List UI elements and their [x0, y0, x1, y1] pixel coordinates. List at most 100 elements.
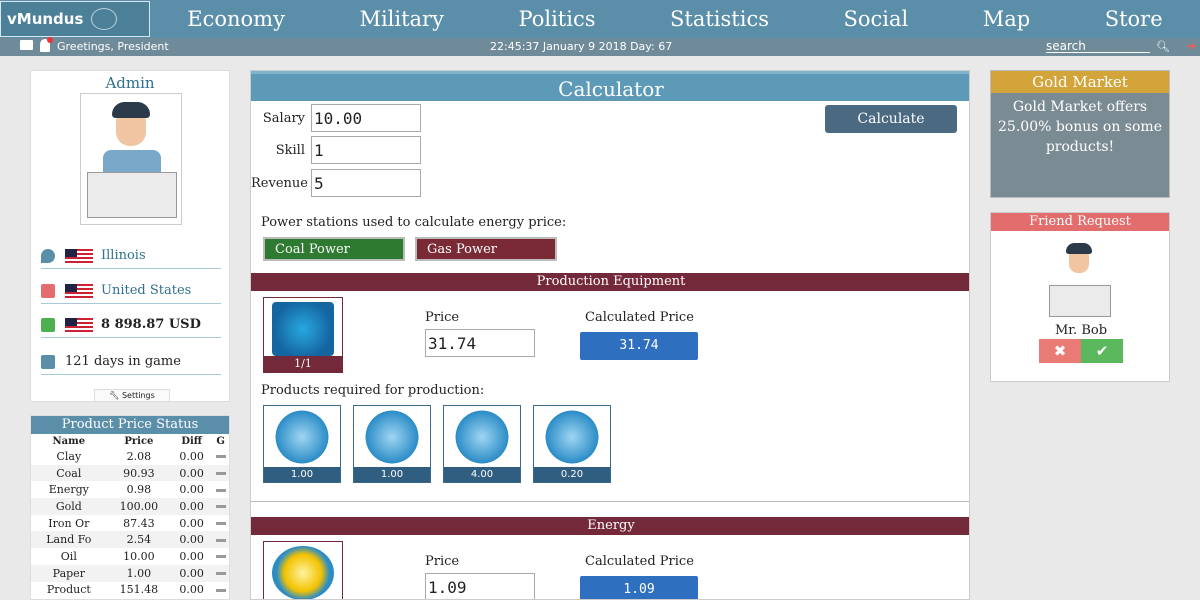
flat-trend-icon [215, 455, 226, 459]
settings-button[interactable]: 🔧︎ Settings [94, 389, 170, 402]
profile-name[interactable]: Admin [31, 74, 229, 92]
required-amount: 1.00 [354, 467, 430, 482]
cell-price: 0.98 [126, 483, 152, 497]
equipment-price-label: Price [425, 310, 460, 325]
nav-military[interactable]: Military [359, 7, 444, 31]
globe-icon [91, 8, 118, 30]
cell-name: Energy [48, 483, 89, 497]
profile-card: Admin Illinois United States 8 898.87 US… [30, 70, 230, 402]
calculate-button[interactable]: Calculate [825, 105, 957, 133]
profile-region-row: Illinois [41, 243, 221, 269]
mail-icon[interactable] [20, 40, 33, 50]
required-amount: 0.20 [534, 467, 610, 482]
flat-trend-icon [215, 505, 226, 509]
light-bulb-icon [272, 546, 334, 599]
energy-item[interactable] [263, 541, 343, 599]
cell-name: Coal [31, 464, 107, 482]
top-nav: vMundus Economy Military Politics Statis… [0, 0, 1200, 38]
profile-country-row: United States [41, 278, 221, 304]
nav-social[interactable]: Social [844, 7, 909, 31]
cell-price: 2.54 [106, 531, 172, 549]
cell-price: 151.48 [119, 583, 159, 597]
money-icon [41, 317, 55, 332]
avatar-hair [112, 102, 150, 118]
production-equipment-item[interactable]: 1/1 [263, 297, 343, 373]
cell-price: 2.08 [126, 449, 152, 463]
cell-name: Paper [31, 564, 107, 582]
cell-price: 1.00 [106, 564, 172, 582]
brand-logo[interactable]: vMundus [0, 1, 150, 37]
required-amount: 4.00 [444, 467, 520, 482]
gold-market-card[interactable]: Gold Market Gold Market offers 25.00% bo… [990, 70, 1170, 198]
nav-map[interactable]: Map [983, 7, 1030, 31]
table-row: Iron Or 87.43 0.00 [31, 515, 229, 532]
flat-trend-icon [215, 572, 226, 576]
table-row: Land Fo 2.54 0.00 [31, 531, 229, 549]
energy-price-label: Price [425, 554, 460, 569]
money-value: 8 898.87 USD [101, 317, 201, 332]
cell-trend [212, 548, 229, 565]
nav-statistics[interactable]: Statistics [670, 7, 769, 31]
friend-request-card: Friend Request Mr. Bob ✖ ✔ [990, 212, 1170, 382]
avatar [80, 93, 182, 225]
cell-trend [212, 481, 229, 498]
skill-label: Skill [275, 142, 305, 158]
gold-market-text: Gold Market offers 25.00% bonus on some … [998, 99, 1162, 155]
price-status-title: Product Price Status [31, 416, 229, 434]
required-iron-item[interactable]: 4.00 [443, 405, 521, 483]
cell-price: 87.43 [123, 516, 155, 530]
required-oil-item[interactable]: 0.20 [533, 405, 611, 483]
close-icon: ✖ [1053, 342, 1067, 360]
avatar-newspaper [1049, 285, 1111, 317]
logout-icon[interactable]: ➜ [1186, 39, 1196, 53]
notification-icon[interactable] [40, 37, 53, 52]
table-row: Coal 90.93 0.00 [31, 464, 229, 482]
us-flag-icon [65, 283, 93, 298]
search-input[interactable]: search [1046, 39, 1150, 53]
product-price-status: Product Price Status Name Price Diff G C… [30, 415, 230, 600]
required-energy-item[interactable]: 1.00 [353, 405, 431, 483]
search-icon[interactable]: 🔍︎ [1156, 40, 1170, 53]
cell-trend [212, 515, 229, 532]
region-link[interactable]: Illinois [101, 248, 146, 263]
col-name: Name [52, 435, 86, 447]
brand-name: vMundus [7, 10, 84, 28]
accept-button[interactable]: ✔ [1081, 339, 1123, 363]
gas-power-station-button[interactable]: Gas Power Station [415, 237, 557, 279]
skill-input[interactable]: 1 [311, 136, 421, 164]
cell-diff: 0.00 [179, 516, 204, 530]
friend-name: Mr. Bob [1054, 323, 1108, 338]
cell-diff: 0.00 [179, 549, 204, 563]
revenue-row: Revenue 5 [251, 169, 421, 197]
nav-politics[interactable]: Politics [518, 7, 595, 31]
profile-money-row: 8 898.87 USD [41, 312, 221, 338]
profile-days-row: 121 days in game [41, 349, 221, 375]
country-link[interactable]: United States [101, 283, 191, 298]
coal-power-station-button[interactable]: Coal Power Station [263, 237, 405, 279]
wrench-icon: 🔧︎ [109, 391, 120, 400]
days-in-game: 121 days in game [65, 354, 181, 369]
cell-diff: 0.00 [171, 564, 213, 582]
table-row: Clay 2.08 0.00 [31, 448, 229, 465]
production-equipment-header: Production Equipment [251, 273, 969, 291]
salary-input[interactable]: 10.00 [311, 104, 421, 132]
nav-store[interactable]: Store [1105, 7, 1163, 31]
cell-diff: 0.00 [171, 464, 213, 482]
nav-economy[interactable]: Economy [187, 7, 285, 31]
flat-trend-icon [215, 588, 226, 592]
flat-trend-icon [215, 488, 226, 492]
energy-price-input[interactable]: 1.09 [425, 573, 535, 599]
coal-icon [272, 410, 332, 464]
light-bulb-icon [362, 410, 422, 464]
required-coal-item[interactable]: 1.00 [263, 405, 341, 483]
cell-diff: 0.00 [179, 583, 204, 597]
greeting-text: Greetings, President [57, 40, 169, 53]
revenue-input[interactable]: 5 [311, 169, 421, 197]
equipment-price-input[interactable]: 31.74 [425, 329, 535, 357]
required-products-label: Products required for production: [261, 383, 485, 398]
us-flag-icon [65, 317, 93, 332]
calendar-icon [41, 354, 55, 369]
cell-price: 100.00 [106, 498, 172, 515]
table-row: Oil 10.00 0.00 [31, 548, 229, 565]
reject-button[interactable]: ✖ [1039, 339, 1081, 363]
